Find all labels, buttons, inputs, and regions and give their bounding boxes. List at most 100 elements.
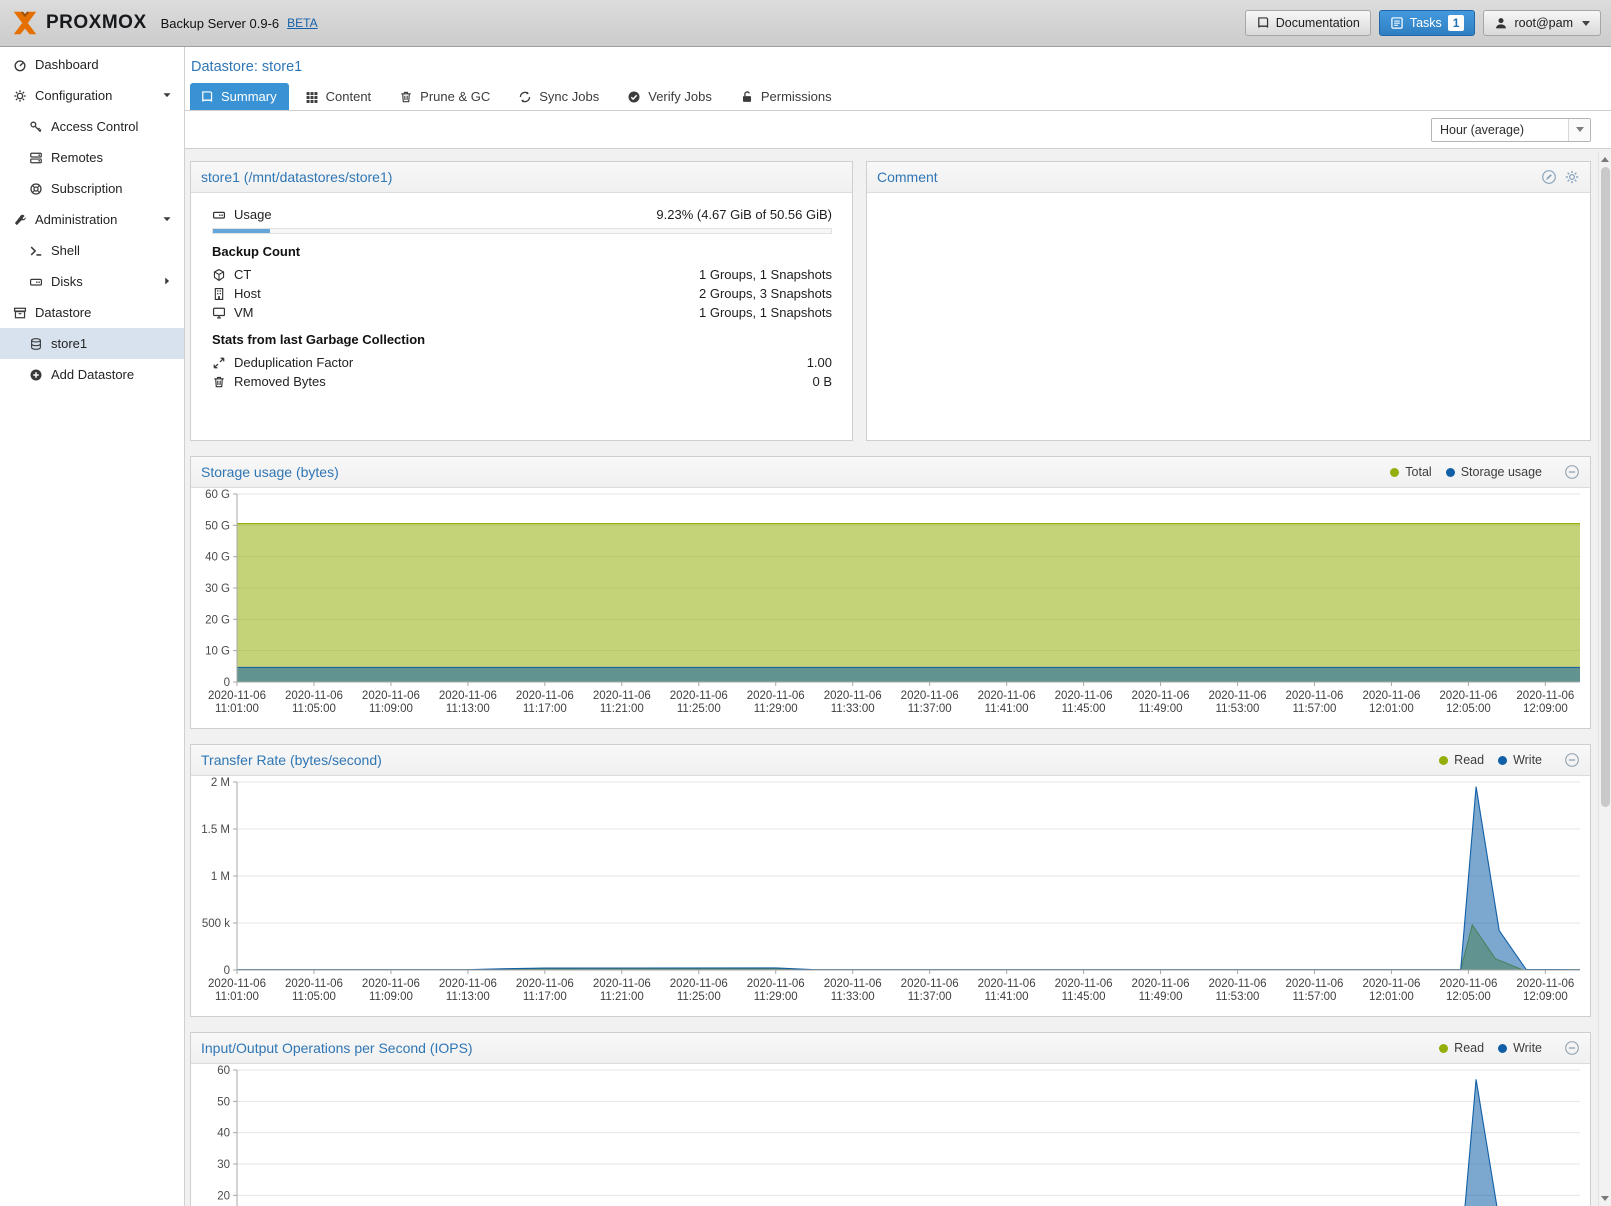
panel-title: Comment (877, 169, 938, 185)
sidebar-item-subscription[interactable]: Subscription (0, 173, 184, 204)
svg-text:2020-11-06: 2020-11-06 (516, 978, 574, 990)
chevron-down-icon (1582, 21, 1590, 26)
legend-read[interactable]: Read (1439, 753, 1484, 767)
svg-text:11:05:00: 11:05:00 (292, 991, 336, 1003)
proxmox-logo: PROXMOX (10, 8, 147, 38)
beta-link[interactable]: BETA (287, 16, 317, 30)
svg-text:2020-11-06: 2020-11-06 (285, 978, 343, 990)
svg-text:40 G: 40 G (205, 552, 230, 564)
wrench-icon (13, 213, 27, 227)
support-icon (29, 182, 43, 196)
gear-icon[interactable] (1564, 169, 1580, 185)
tab-verify-jobs[interactable]: Verify Jobs (617, 83, 724, 110)
chevron-down-icon (1576, 127, 1584, 132)
chevron-down-icon[interactable] (160, 212, 174, 226)
collapse-icon[interactable] (1564, 752, 1580, 768)
tab-content[interactable]: Content (295, 83, 384, 110)
sidebar-item-disks[interactable]: Disks (0, 266, 184, 297)
svg-text:11:53:00: 11:53:00 (1216, 991, 1260, 1003)
tab-label: Verify Jobs (648, 89, 712, 104)
legend-label: Write (1513, 1041, 1542, 1055)
tasks-button[interactable]: Tasks 1 (1379, 10, 1476, 36)
svg-text:2020-11-06: 2020-11-06 (1362, 690, 1420, 702)
sidebar-item-remotes[interactable]: Remotes (0, 142, 184, 173)
vertical-scrollbar[interactable] (1598, 152, 1611, 1206)
sidebar-item-add-datastore[interactable]: Add Datastore (0, 359, 184, 390)
sidebar-item-access-control[interactable]: Access Control (0, 111, 184, 142)
tab-label: Sync Jobs (539, 89, 599, 104)
collapse-icon[interactable] (1564, 464, 1580, 480)
sidebar-item-label: Remotes (51, 150, 103, 165)
tab-sync-jobs[interactable]: Sync Jobs (508, 83, 611, 110)
svg-text:11:45:00: 11:45:00 (1062, 703, 1106, 715)
sync-icon (518, 90, 532, 104)
svg-text:2020-11-06: 2020-11-06 (362, 978, 420, 990)
sidebar-item-administration[interactable]: Administration (0, 204, 184, 235)
legend-dot (1439, 756, 1448, 765)
svg-text:2020-11-06: 2020-11-06 (901, 690, 959, 702)
tasks-label: Tasks (1410, 16, 1442, 30)
documentation-button[interactable]: Documentation (1245, 10, 1371, 36)
row-label: Removed Bytes (234, 374, 326, 389)
sidebar-item-shell[interactable]: Shell (0, 235, 184, 266)
svg-text:11:05:00: 11:05:00 (292, 703, 336, 715)
legend-storage-usage[interactable]: Storage usage (1446, 465, 1542, 479)
tab-prune-gc[interactable]: Prune & GC (389, 83, 502, 110)
sidebar-item-label: Administration (35, 212, 117, 227)
svg-text:11:01:00: 11:01:00 (215, 703, 259, 715)
legend-label: Read (1454, 1041, 1484, 1055)
legend-read[interactable]: Read (1439, 1041, 1484, 1055)
removed-bytes-row: Removed Bytes 0 B (212, 372, 832, 391)
svg-text:2020-11-06: 2020-11-06 (516, 690, 574, 702)
svg-text:11:09:00: 11:09:00 (369, 991, 413, 1003)
trash-icon (212, 375, 226, 389)
sidebar-item-label: store1 (51, 336, 87, 351)
svg-text:2020-11-06: 2020-11-06 (747, 690, 805, 702)
scroll-down-arrow-icon[interactable] (1599, 1192, 1611, 1205)
svg-text:2020-11-06: 2020-11-06 (439, 690, 497, 702)
legend-dot (1498, 1044, 1507, 1053)
svg-text:11:13:00: 11:13:00 (446, 703, 490, 715)
key-icon (29, 120, 43, 134)
svg-text:2020-11-06: 2020-11-06 (285, 690, 343, 702)
scroll-up-arrow-icon[interactable] (1599, 153, 1611, 166)
transfer-rate-chart-panel: Transfer Rate (bytes/second) Read Write (190, 744, 1591, 1017)
sidebar-item-store1[interactable]: store1 (0, 328, 184, 359)
legend-write[interactable]: Write (1498, 753, 1542, 767)
sidebar-item-dashboard[interactable]: Dashboard (0, 49, 184, 80)
svg-text:2020-11-06: 2020-11-06 (1285, 690, 1343, 702)
tab-label: Content (326, 89, 372, 104)
usage-label: Usage (234, 207, 272, 222)
tab-permissions[interactable]: Permissions (730, 83, 844, 110)
svg-text:11:33:00: 11:33:00 (831, 703, 875, 715)
chevron-down-icon[interactable] (160, 88, 174, 102)
legend-total[interactable]: Total (1390, 465, 1431, 479)
time-range-select[interactable]: Hour (average) (1431, 118, 1591, 142)
row-value: 1 Groups, 1 Snapshots (699, 267, 832, 282)
svg-text:2020-11-06: 2020-11-06 (824, 978, 882, 990)
svg-text:12:01:00: 12:01:00 (1369, 991, 1414, 1003)
user-menu-button[interactable]: root@pam (1483, 10, 1601, 36)
combo-trigger[interactable] (1568, 119, 1590, 141)
chevron-right-icon[interactable] (160, 274, 174, 288)
sidebar-item-label: Access Control (51, 119, 138, 134)
ct-count-row: CT 1 Groups, 1 Snapshots (212, 265, 832, 284)
desktop-icon (212, 306, 226, 320)
edit-comment-icon[interactable] (1541, 169, 1557, 185)
legend-write[interactable]: Write (1498, 1041, 1542, 1055)
chart-title: Input/Output Operations per Second (IOPS… (201, 1040, 473, 1056)
sidebar-item-datastore[interactable]: Datastore (0, 297, 184, 328)
sidebar-item-label: Configuration (35, 88, 112, 103)
panel-title: store1 (/mnt/datastores/store1) (201, 169, 392, 185)
tab-summary[interactable]: Summary (190, 83, 289, 110)
storage-usage-chart: 010 G20 G30 G40 G50 G60 G2020-11-0611:01… (191, 488, 1590, 728)
sidebar-item-label: Subscription (51, 181, 123, 196)
svg-text:2020-11-06: 2020-11-06 (1209, 690, 1267, 702)
scrollbar-thumb[interactable] (1601, 167, 1610, 807)
vm-count-row: VM 1 Groups, 1 Snapshots (212, 303, 832, 322)
svg-text:12:05:00: 12:05:00 (1446, 991, 1491, 1003)
comment-panel: Comment (866, 161, 1591, 441)
svg-text:11:37:00: 11:37:00 (908, 991, 952, 1003)
sidebar-item-configuration[interactable]: Configuration (0, 80, 184, 111)
collapse-icon[interactable] (1564, 1040, 1580, 1056)
